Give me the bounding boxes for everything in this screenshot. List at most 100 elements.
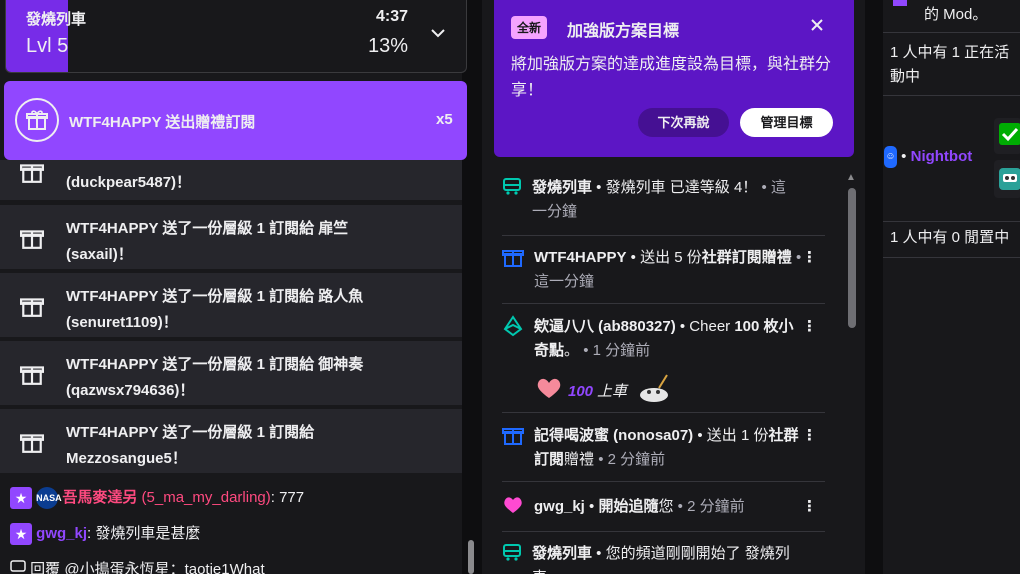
gift-notice: (duckpear5487)！ [0, 160, 462, 200]
goal-description: 將加強版方案的達成進度設為目標，與社群分享！ [511, 56, 832, 99]
gift-banner-text: WTF4HAPPY 送出贈禮訂閱 [69, 114, 256, 131]
divider [883, 257, 1020, 258]
activity-scrollbar[interactable] [848, 188, 856, 328]
chevron-down-icon[interactable] [430, 22, 446, 43]
activity-item[interactable]: gwg_kj • 開始追隨您 • 2 分鐘前 ⋮ [502, 495, 825, 525]
chat-message: ★ NASA 吾馬麥達另 (5_ma_my_darling): 777 [10, 486, 305, 510]
activity-item[interactable]: WTF4HAPPY • 送出 5 份社群訂閱贈禮 • 這一分鐘 ⋮ [502, 246, 825, 302]
more-options-icon[interactable]: ⋮ [802, 315, 817, 339]
chat-message: ★ gwg_kj: 發燒列車是甚麼 [10, 522, 201, 546]
activity-bold: 開始追隨 [598, 498, 659, 515]
cheer-heart-emote-icon [534, 376, 564, 408]
remind-later-button[interactable]: 下次再說 [638, 108, 729, 137]
chat-username[interactable]: 吾馬麥達另 [62, 489, 137, 506]
activity-item[interactable]: 欸逼八八 (ab880327) • Cheer 100 枚小奇點。 • 1 分鐘… [502, 315, 825, 411]
activity-text: • 送出 5 份 [626, 249, 702, 266]
divider [502, 235, 825, 236]
scroll-up-arrow-icon[interactable]: ▲ [846, 172, 856, 183]
hype-train-percent: 13% [368, 35, 409, 57]
gift-notice-text: WTF4HAPPY 送了一份層級 1 訂閱給 [66, 288, 319, 305]
activity-time: • 1 分鐘前 [579, 342, 651, 359]
hype-train-name: 發燒列車 [26, 11, 87, 28]
activity-name: 發燒列車 [532, 179, 593, 196]
gift-sub-banner[interactable]: WTF4HAPPY 送出贈禮訂閱 x5 [4, 81, 467, 160]
activity-item[interactable]: 記得喝波蜜 (nonosa07) • 送出 1 份社群訂閱贈禮 • 2 分鐘前 … [502, 424, 825, 480]
chat-login[interactable]: (5_ma_my_darling) [137, 489, 271, 506]
activity-text2: 。 [564, 342, 580, 359]
more-options-icon[interactable]: ⋮ [802, 495, 817, 519]
gift-icon [20, 226, 44, 254]
active-count-line2: 動中 [890, 68, 921, 85]
gift-recipient[interactable]: 御神奏 [318, 356, 363, 373]
chat-text: : 777 [270, 489, 305, 506]
bot-robot-icon [994, 160, 1020, 198]
gift-notice-text: WTF4HAPPY 送了一份層級 1 訂閱給 [66, 356, 319, 373]
activity-text: • 送出 1 份 [693, 427, 769, 444]
gift-recipient[interactable]: 扉竺 [318, 220, 348, 237]
divider [502, 531, 825, 532]
manage-goals-button[interactable]: 管理目標 [740, 108, 833, 137]
gift-notice-line2: (duckpear5487)！ [66, 174, 192, 191]
subscriber-star-icon[interactable]: ★ [10, 487, 32, 510]
activity-name: 欸逼八八 (ab880327) [534, 318, 676, 335]
divider [883, 221, 1020, 222]
gift-icon [20, 160, 44, 188]
hype-train-widget[interactable]: 發燒列車 Lvl 5 4:37 13% [5, 0, 467, 73]
gift-notice-line2: (saxail)！ [66, 246, 133, 263]
divider [883, 95, 1020, 96]
reply-text[interactable]: 回覆 @小搗蛋永恆星：taotie1What [30, 561, 264, 574]
subscriber-star-icon[interactable]: ★ [10, 523, 32, 546]
gift-icon [20, 294, 44, 322]
user-badge-icon: ☺ [884, 146, 897, 169]
activity-text2: 贈禮 [761, 249, 792, 266]
activity-name: 發燒列車 [532, 545, 593, 562]
chat-username[interactable]: gwg_kj [36, 525, 87, 542]
activity-item[interactable]: 發燒列車 • 您的頻道剛剛開始了 發燒列車 [502, 542, 825, 574]
gift-icon [502, 246, 524, 276]
gift-notice: WTF4HAPPY 送了一份層級 1 訂閱給 路人魚 (senuret1109)！ [0, 273, 462, 337]
hype-train-level: Lvl 5 [26, 35, 69, 57]
cheer-amount: 100 [568, 383, 594, 400]
nasa-badge-icon[interactable]: NASA [36, 487, 62, 510]
gift-notice-line2: (senuret1109)！ [66, 314, 178, 331]
gift-notice: WTF4HAPPY 送了一份層級 1 訂閱給 扉竺 (saxail)！ [0, 205, 462, 269]
gift-notice: WTF4HAPPY 送了一份層級 1 訂閱給 御神奏 (qazwsx794636)… [0, 341, 462, 405]
more-options-icon[interactable]: ⋮ [802, 424, 817, 448]
activity-name: 記得喝波蜜 (nonosa07) [534, 427, 694, 444]
activity-bold: 社群訂閱 [701, 249, 762, 266]
hype-train-icon [502, 176, 522, 204]
activity-text: • [584, 498, 599, 515]
gift-icon [502, 424, 524, 454]
gift-notice-text: WTF4HAPPY 送了一份層級 1 訂閱給 [66, 424, 315, 441]
divider [502, 481, 825, 482]
activity-name: WTF4HAPPY [534, 249, 627, 266]
bot-row[interactable]: ☺ • Nightbot [884, 145, 972, 169]
activity-item[interactable]: 發燒列車 • 發燒列車 已達等級 4！ • 這一分鐘 [502, 176, 825, 232]
close-icon[interactable] [810, 16, 824, 37]
gift-notice-text: WTF4HAPPY 送了一份層級 1 訂閱給 [66, 220, 319, 237]
heart-icon [502, 495, 524, 523]
hype-train-icon [502, 542, 522, 570]
emote-icon [637, 373, 671, 411]
reply-line: 回覆 @小搗蛋永恆星：taotie1What [10, 558, 265, 574]
bot-name[interactable]: Nightbot [911, 148, 973, 165]
mod-badge-icon [893, 0, 907, 6]
goal-promo-card: 全新 加強版方案目標 將加強版方案的達成進度設為目標，與社群分享！ 下次再說 管… [494, 0, 854, 157]
idle-count: 1 人中有 0 閒置中 [890, 229, 1010, 246]
gift-icon [20, 362, 44, 390]
mod-check-icon[interactable] [994, 118, 1020, 154]
activity-time: • 2 分鐘前 [594, 451, 666, 468]
hype-train-timer: 4:37 [376, 8, 409, 25]
more-options-icon[interactable]: ⋮ [802, 246, 817, 270]
gift-icon [20, 430, 44, 458]
chat-text: : 發燒列車是甚麼 [87, 525, 201, 542]
gift-notice-line2: (qazwsx794636)！ [66, 382, 195, 399]
cheer-message: 上車 [597, 383, 628, 400]
activity-time: • 2 分鐘前 [673, 498, 745, 515]
gift-notice-line2: Mezzosangue5！ [66, 450, 187, 467]
activity-text: • 發燒列車 已達等級 4！ [592, 179, 758, 196]
chat-scrollbar[interactable] [468, 540, 474, 574]
activity-text2: 您 [658, 498, 674, 515]
activity-name: gwg_kj [534, 498, 585, 515]
gift-recipient[interactable]: 路人魚 [318, 288, 363, 305]
